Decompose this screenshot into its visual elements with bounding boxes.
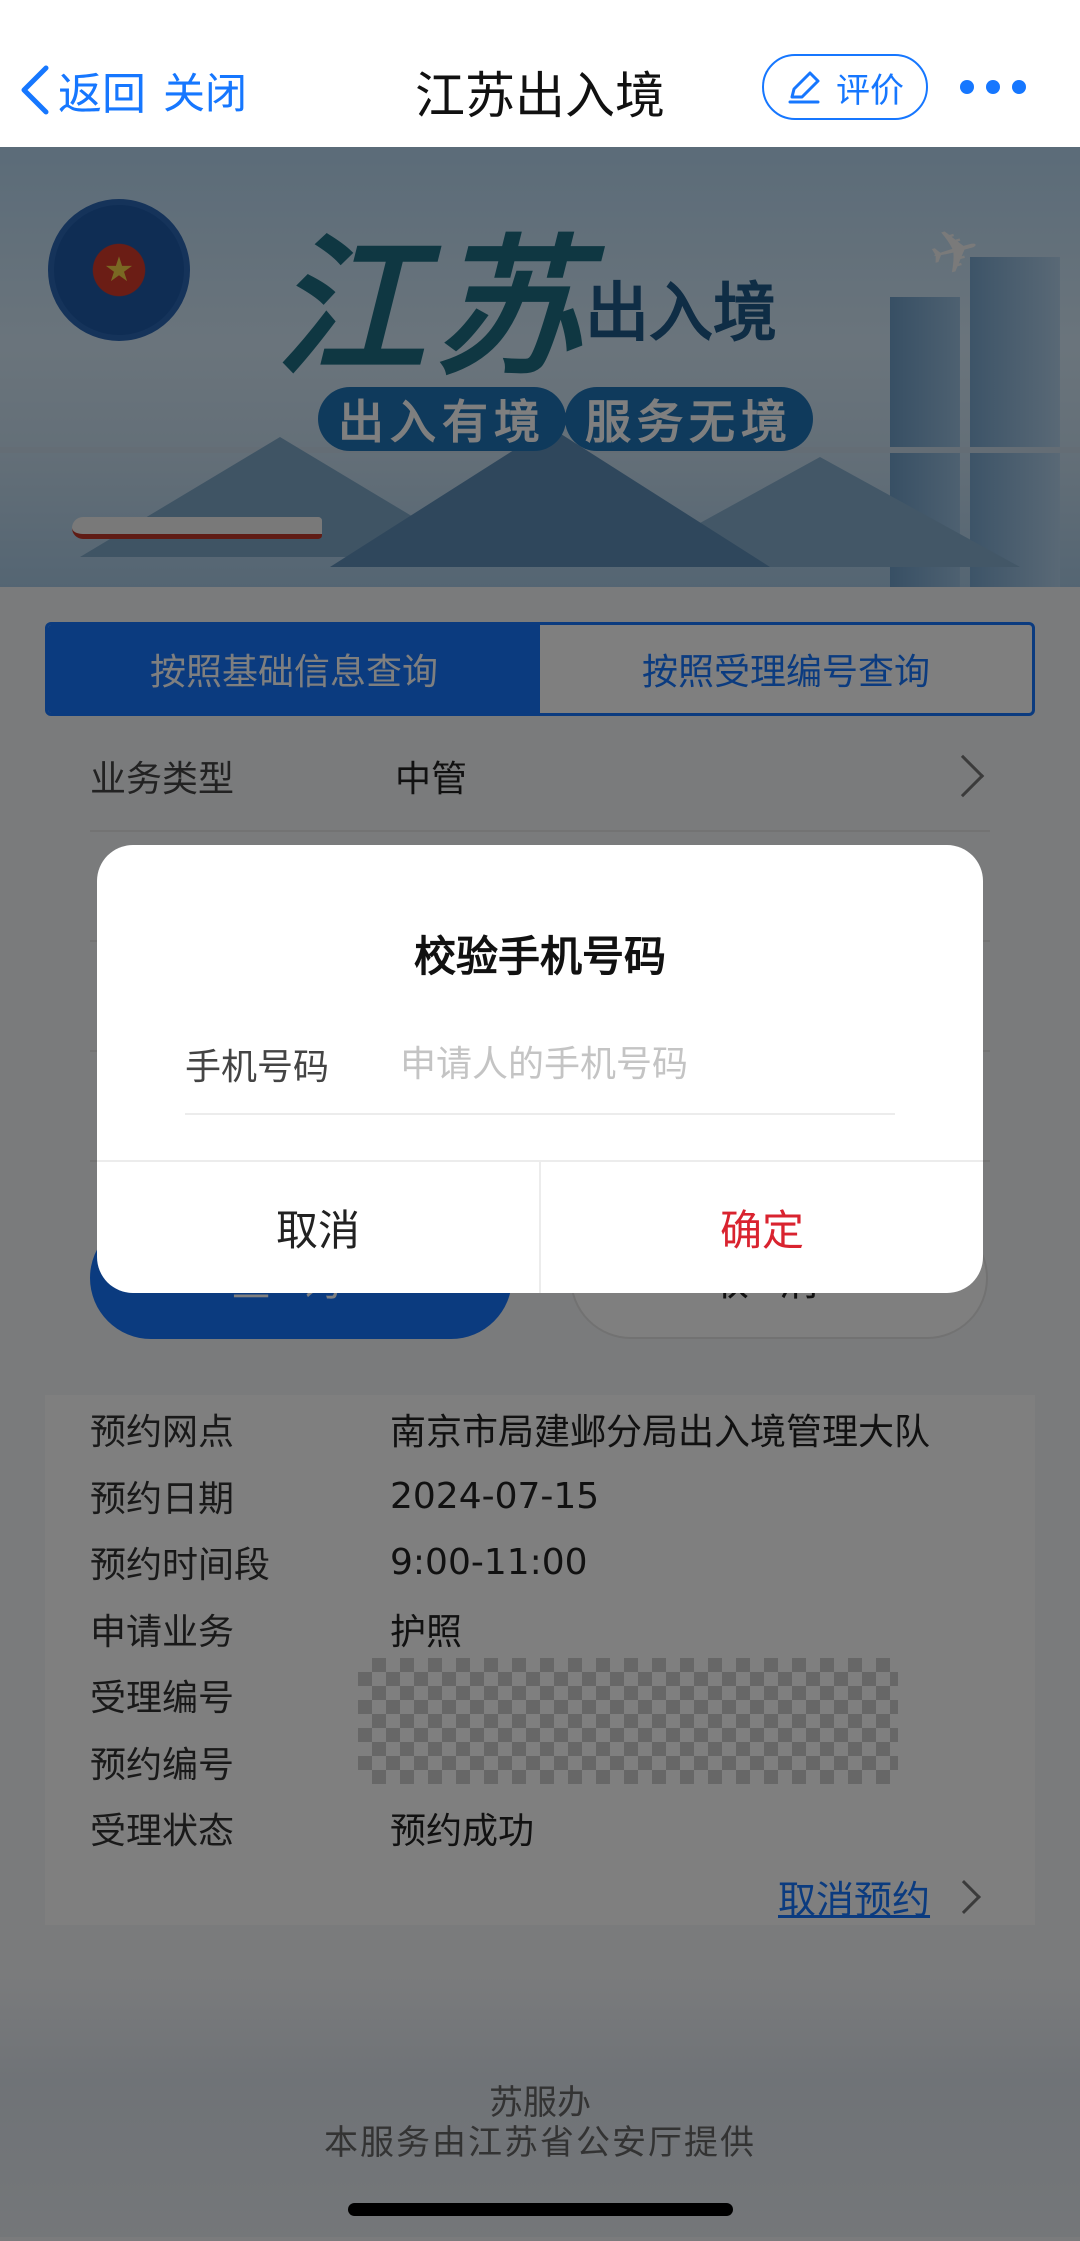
rate-label: 评价 xyxy=(836,70,904,111)
dialog-cancel-button[interactable]: 取消 xyxy=(97,1162,541,1293)
home-indicator[interactable] xyxy=(348,2203,733,2216)
dialog-actions: 取消 确定 xyxy=(97,1160,983,1293)
rate-button[interactable]: 评价 xyxy=(762,54,928,120)
dialog-confirm-button[interactable]: 确定 xyxy=(541,1162,983,1293)
dialog-title: 校验手机号码 xyxy=(413,932,666,981)
phone-field-row: 手机号码 xyxy=(185,1015,895,1115)
top-nav-bar: 返回 关闭 江苏出入境 评价 xyxy=(0,0,1080,147)
more-icon[interactable] xyxy=(960,80,1026,94)
phone-number-input[interactable] xyxy=(400,1043,895,1085)
phone-field-label: 手机号码 xyxy=(185,1047,330,1088)
verify-phone-dialog: 校验手机号码 手机号码 取消 确定 xyxy=(97,845,983,1293)
edit-icon xyxy=(788,71,820,104)
